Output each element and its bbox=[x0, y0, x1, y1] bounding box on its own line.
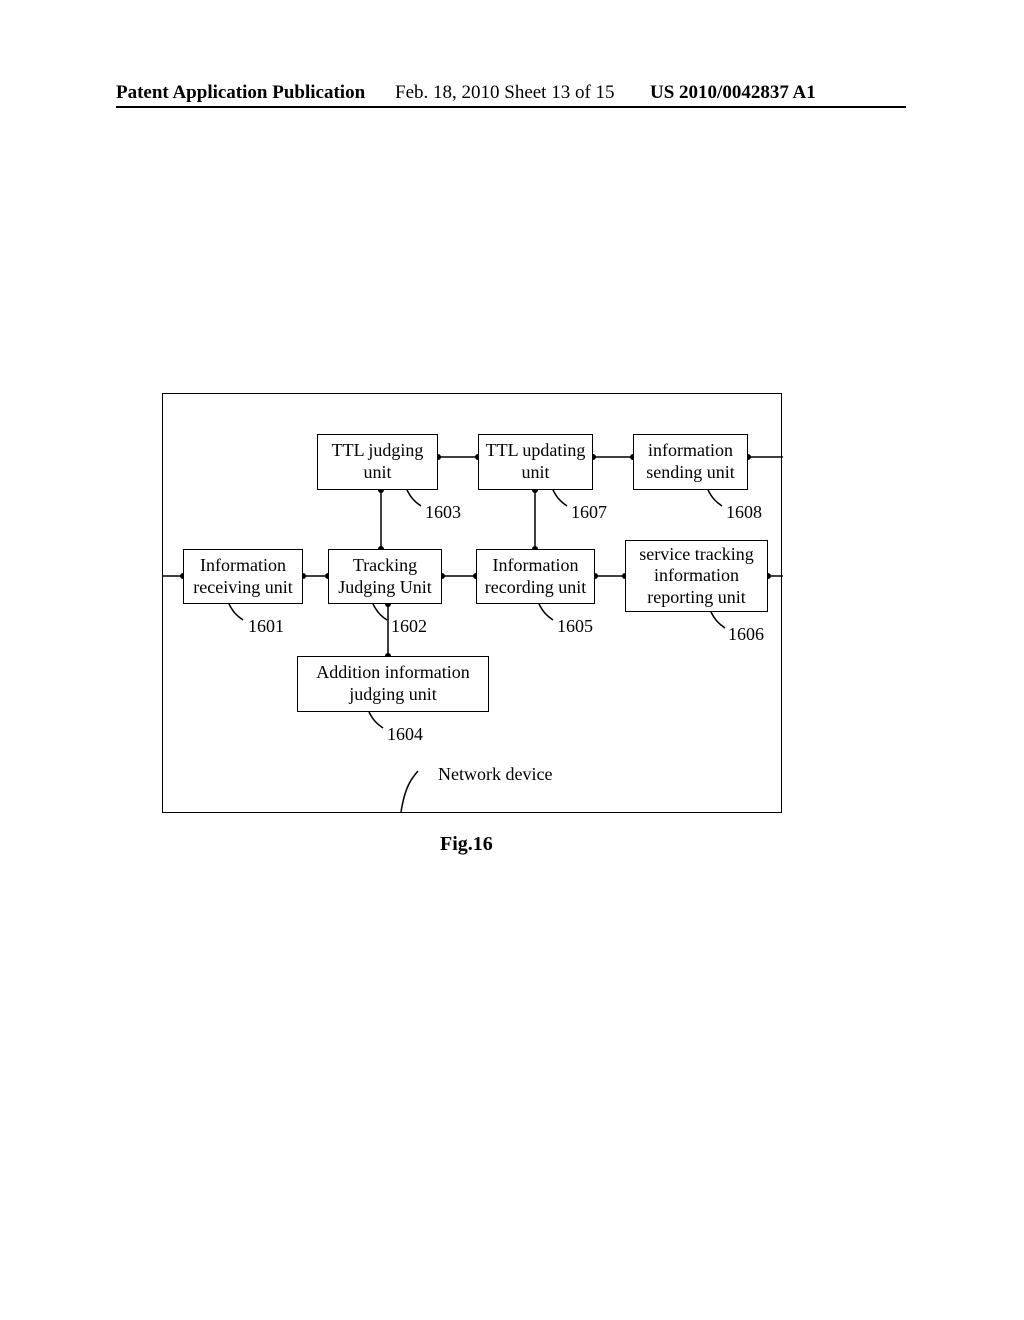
header-patent-number: US 2010/0042837 A1 bbox=[650, 82, 816, 104]
header-rule bbox=[116, 106, 906, 108]
ref-1607: 1607 bbox=[571, 502, 607, 523]
ttl-judging-unit-box: TTL judging unit bbox=[317, 434, 438, 490]
ttl-judging-unit-label: TTL judging unit bbox=[318, 440, 437, 483]
header-date-sheet: Feb. 18, 2010 Sheet 13 of 15 bbox=[395, 82, 615, 104]
service-tracking-info-reporting-unit-box: service tracking information reporting u… bbox=[625, 540, 768, 612]
network-device-label: Network device bbox=[438, 764, 552, 785]
ttl-updating-unit-label: TTL updating unit bbox=[479, 440, 592, 483]
information-recording-unit-label: Information recording unit bbox=[477, 555, 594, 598]
information-receiving-unit-box: Information receiving unit bbox=[183, 549, 303, 604]
ref-1604: 1604 bbox=[387, 724, 423, 745]
ttl-updating-unit-box: TTL updating unit bbox=[478, 434, 593, 490]
tracking-judging-unit-box: Tracking Judging Unit bbox=[328, 549, 442, 604]
service-tracking-info-reporting-unit-label: service tracking information reporting u… bbox=[626, 544, 767, 609]
addition-information-judging-unit-box: Addition information judging unit bbox=[297, 656, 489, 712]
ref-1606: 1606 bbox=[728, 624, 764, 645]
ref-1608: 1608 bbox=[726, 502, 762, 523]
information-receiving-unit-label: Information receiving unit bbox=[184, 555, 302, 598]
ref-1601: 1601 bbox=[248, 616, 284, 637]
information-sending-unit-label: information sending unit bbox=[634, 440, 747, 483]
ref-1605: 1605 bbox=[557, 616, 593, 637]
information-recording-unit-box: Information recording unit bbox=[476, 549, 595, 604]
figure-caption: Fig.16 bbox=[440, 833, 493, 856]
network-device-container: TTL judging unit TTL updating unit infor… bbox=[162, 393, 782, 813]
addition-information-judging-unit-label: Addition information judging unit bbox=[298, 662, 488, 705]
ref-1603: 1603 bbox=[425, 502, 461, 523]
information-sending-unit-box: information sending unit bbox=[633, 434, 748, 490]
tracking-judging-unit-label: Tracking Judging Unit bbox=[329, 555, 441, 598]
header-publication: Patent Application Publication bbox=[116, 82, 365, 104]
ref-1602: 1602 bbox=[391, 616, 427, 637]
